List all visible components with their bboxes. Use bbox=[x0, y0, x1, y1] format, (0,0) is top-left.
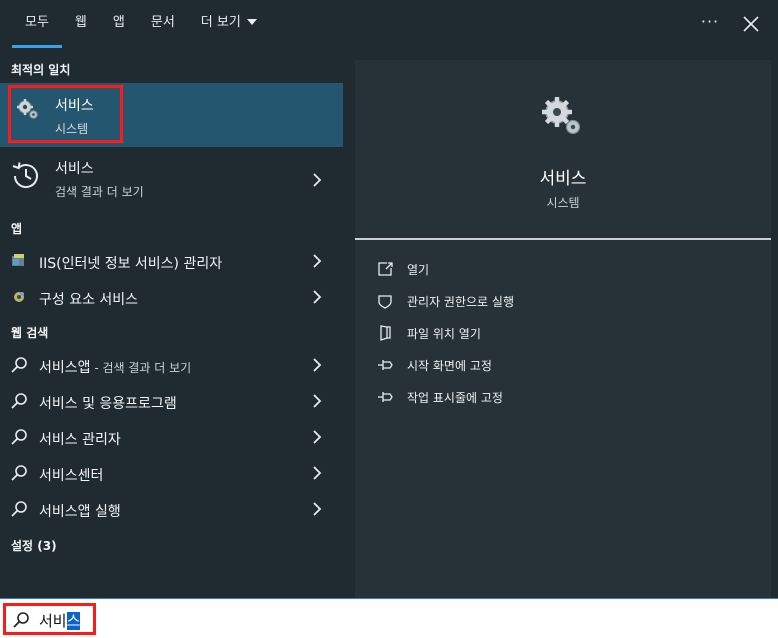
detail-divider bbox=[355, 238, 771, 240]
action-pin-to-start[interactable]: 시작 화면에 고정 bbox=[377, 353, 757, 377]
tab-documents[interactable]: 문서 bbox=[138, 0, 188, 48]
action-pin-to-taskbar[interactable]: 작업 표시줄에 고정 bbox=[377, 385, 757, 409]
web-result-label: 서비스 관리자 bbox=[39, 432, 121, 448]
app-item-label: IIS(인터넷 정보 서비스) 관리자 bbox=[39, 256, 223, 272]
web-result-label: 서비스센터 bbox=[39, 468, 104, 484]
section-best-match: 최적의 일치 bbox=[11, 63, 71, 77]
search-icon bbox=[11, 501, 27, 517]
action-label: 시작 화면에 고정 bbox=[407, 359, 492, 373]
close-icon bbox=[743, 16, 759, 32]
web-result-suffix: - 검색 결과 더 보기 bbox=[90, 361, 192, 375]
detail-title: 서비스 bbox=[539, 169, 587, 189]
chevron-right-icon bbox=[313, 466, 322, 480]
tab-documents-label: 문서 bbox=[150, 15, 175, 30]
iis-manager-icon bbox=[12, 254, 24, 266]
history-icon bbox=[12, 162, 38, 189]
close-button[interactable] bbox=[737, 10, 765, 38]
tab-more-label: 더 보기 bbox=[200, 15, 241, 30]
best-match-title: 서비스 bbox=[55, 98, 94, 114]
search-bar[interactable]: 서비스 bbox=[0, 598, 778, 638]
search-icon bbox=[11, 357, 27, 373]
section-apps: 앱 bbox=[11, 222, 23, 236]
open-icon bbox=[378, 262, 393, 276]
action-label: 관리자 권한으로 실행 bbox=[407, 295, 514, 309]
web-result-item[interactable]: 서비스센터 bbox=[0, 456, 343, 490]
search-result-subtitle: 검색 결과 더 보기 bbox=[55, 185, 144, 199]
caret-down-icon bbox=[246, 18, 257, 25]
chevron-right-icon bbox=[313, 430, 322, 444]
tab-all-label: 모두 bbox=[25, 15, 49, 30]
best-match-subtitle: 시스템 bbox=[55, 122, 89, 136]
section-settings: 설정 (3) bbox=[11, 539, 57, 553]
pin-icon bbox=[378, 360, 393, 370]
web-result-item[interactable]: 서비스 및 응용프로그램 bbox=[0, 384, 343, 418]
web-result-text: 서비스앱 bbox=[39, 360, 91, 376]
tab-apps[interactable]: 앱 bbox=[100, 0, 138, 48]
search-icon bbox=[11, 429, 27, 445]
chevron-right-icon bbox=[313, 394, 322, 408]
more-options-button[interactable]: ··· bbox=[696, 10, 724, 38]
best-match-item[interactable]: 서비스 시스템 bbox=[0, 83, 343, 147]
detail-subtitle: 시스템 bbox=[546, 196, 580, 210]
chevron-right-icon bbox=[313, 502, 322, 516]
app-item-component-services[interactable]: 구성 요소 서비스 bbox=[0, 280, 343, 314]
action-label: 열기 bbox=[407, 263, 430, 277]
action-label: 작업 표시줄에 고정 bbox=[407, 391, 503, 405]
web-result-label: 서비스앱 - 검색 결과 더 보기 bbox=[39, 357, 191, 377]
pin-icon bbox=[378, 392, 393, 402]
search-result-item[interactable]: 서비스 검색 결과 더 보기 bbox=[0, 149, 343, 211]
search-icon bbox=[11, 465, 27, 481]
top-bar: 모두 웹 앱 문서 더 보기 ··· bbox=[0, 0, 778, 52]
detail-panel: 서비스 시스템 열기 관리자 권한으로 실행 파일 위치 열기 시작 화면에 고… bbox=[355, 60, 771, 598]
app-item-label: 구성 요소 서비스 bbox=[39, 292, 139, 308]
shield-icon bbox=[378, 295, 392, 309]
services-gear-icon bbox=[542, 97, 581, 135]
action-open[interactable]: 열기 bbox=[377, 257, 757, 281]
chevron-right-icon bbox=[313, 254, 322, 268]
action-open-file-location[interactable]: 파일 위치 열기 bbox=[377, 321, 757, 345]
tab-all[interactable]: 모두 bbox=[12, 0, 62, 48]
web-result-item[interactable]: 서비스앱 - 검색 결과 더 보기 bbox=[0, 348, 343, 382]
web-result-item[interactable]: 서비스 관리자 bbox=[0, 420, 343, 454]
search-icon bbox=[11, 393, 27, 409]
services-gear-icon bbox=[17, 99, 38, 119]
web-result-label: 서비스앱 실행 bbox=[39, 504, 121, 520]
tab-apps-label: 앱 bbox=[112, 15, 125, 30]
section-web-search: 웹 검색 bbox=[11, 326, 49, 340]
filter-tabs: 모두 웹 앱 문서 더 보기 bbox=[12, 0, 270, 52]
tab-more[interactable]: 더 보기 bbox=[188, 0, 270, 48]
chevron-right-icon bbox=[313, 358, 322, 372]
tab-web-label: 웹 bbox=[74, 15, 87, 30]
chevron-right-icon bbox=[313, 173, 322, 187]
component-services-icon bbox=[14, 292, 24, 302]
app-item-iis[interactable]: IIS(인터넷 정보 서비스) 관리자 bbox=[0, 244, 343, 278]
file-location-icon bbox=[380, 325, 391, 341]
action-run-as-admin[interactable]: 관리자 권한으로 실행 bbox=[377, 289, 757, 313]
search-result-title: 서비스 bbox=[55, 161, 94, 177]
action-label: 파일 위치 열기 bbox=[407, 327, 481, 341]
web-result-label: 서비스 및 응용프로그램 bbox=[39, 396, 177, 412]
highlight-box bbox=[3, 603, 96, 635]
tab-web[interactable]: 웹 bbox=[62, 0, 100, 48]
web-result-item[interactable]: 서비스앱 실행 bbox=[0, 492, 343, 526]
results-list: 최적의 일치 서비스 시스템 서비스 검색 결과 더 보기 앱 IIS(인터넷 … bbox=[0, 52, 343, 598]
chevron-right-icon bbox=[313, 290, 322, 304]
